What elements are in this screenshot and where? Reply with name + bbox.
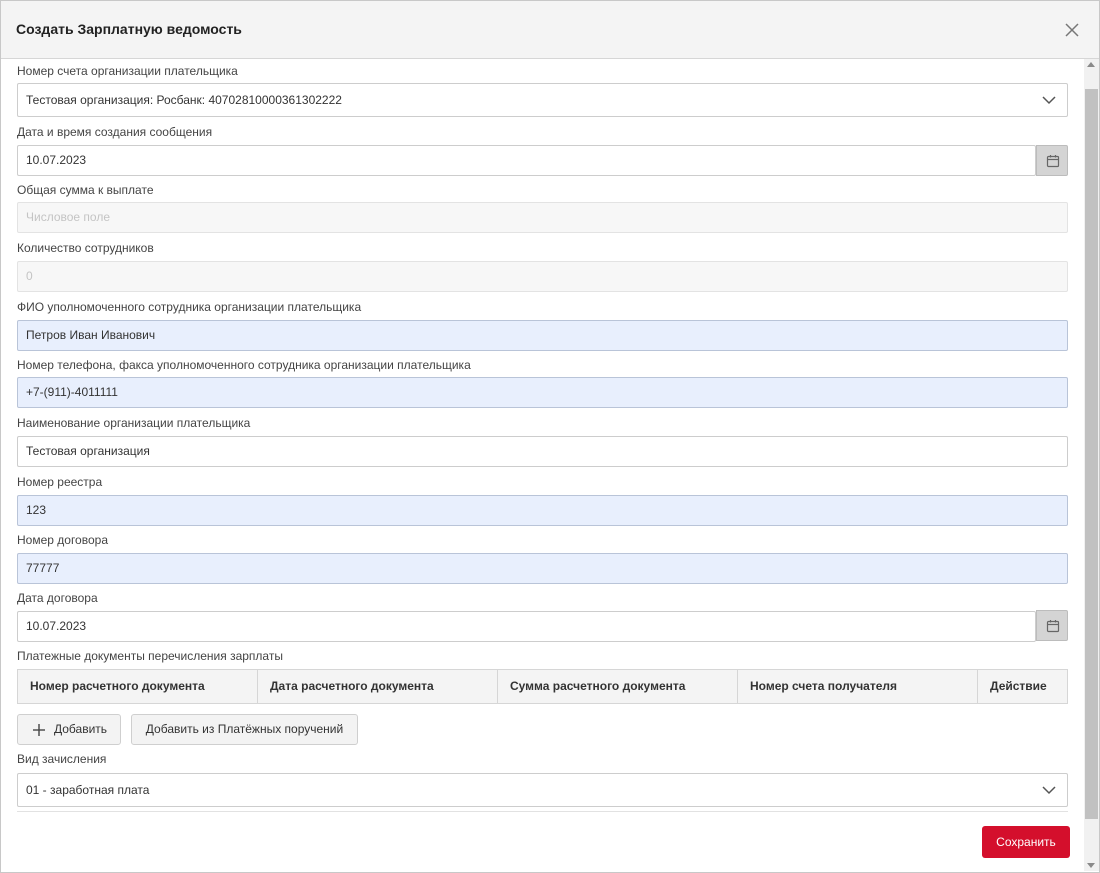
authorized-person-label: ФИО уполномоченного сотрудника организац… (17, 300, 362, 314)
contract-number-input[interactable]: 77777 (17, 553, 1068, 584)
column-header[interactable]: Номер счета получателя (738, 670, 978, 703)
column-header[interactable]: Сумма расчетного документа (498, 670, 738, 703)
scroll-up-icon[interactable] (1087, 62, 1095, 67)
accrual-type-value: 01 - заработная плата (26, 783, 150, 797)
calendar-icon (1046, 620, 1060, 633)
org-name-label: Наименование организации плательщика (17, 416, 251, 430)
vertical-scrollbar[interactable] (1084, 59, 1099, 871)
calendar-icon (1046, 155, 1060, 168)
employee-count-label: Количество сотрудников (17, 241, 154, 255)
payment-docs-label: Платежные документы перечисления зарплат… (17, 649, 283, 663)
registry-number-value: 123 (26, 503, 47, 517)
dialog-body: Номер счета организации плательщика Тест… (1, 59, 1083, 871)
chevron-down-icon (1042, 96, 1056, 105)
employee-count-value: 0 (26, 269, 33, 283)
column-header[interactable]: Дата расчетного документа (258, 670, 498, 703)
phone-input[interactable]: +7-(911)-4011111 (17, 377, 1068, 408)
accrual-type-select[interactable]: 01 - заработная плата (17, 773, 1068, 807)
add-button[interactable]: Добавить (17, 714, 121, 745)
phone-label: Номер телефона, факса уполномоченного со… (17, 358, 471, 372)
plus-icon (33, 724, 45, 736)
registry-number-label: Номер реестра (17, 475, 103, 489)
scroll-down-icon[interactable] (1087, 863, 1095, 868)
column-header[interactable]: Номер расчетного документа (18, 670, 258, 703)
contract-date-input[interactable]: 10.07.2023 (17, 611, 1036, 642)
add-button-label: Добавить (54, 722, 108, 736)
contract-date-label: Дата договора (17, 591, 98, 605)
payer-account-label: Номер счета организации плательщика (17, 64, 238, 78)
chevron-down-icon (1042, 786, 1056, 795)
authorized-person-value: Петров Иван Иванович (26, 328, 156, 342)
payer-account-value: Тестовая организация: Росбанк: 407028100… (26, 93, 342, 107)
org-name-value: Тестовая организация (26, 444, 150, 458)
creation-datetime-value: 10.07.2023 (26, 153, 87, 167)
contract-number-label: Номер договора (17, 533, 108, 547)
creation-datetime-label: Дата и время создания сообщения (17, 125, 213, 139)
scrollbar-thumb[interactable] (1085, 89, 1098, 819)
close-icon[interactable] (1061, 19, 1083, 41)
add-from-payment-orders-label: Добавить из Платёжных поручений (145, 722, 344, 736)
total-amount-placeholder: Числовое поле (26, 210, 111, 224)
employee-count-input[interactable]: 0 (17, 261, 1068, 292)
create-payroll-dialog: Создать Зарплатную ведомость Номер счета… (0, 0, 1100, 873)
creation-datetime-input[interactable]: 10.07.2023 (17, 145, 1036, 176)
org-name-input[interactable]: Тестовая организация (17, 436, 1068, 467)
dialog-header: Создать Зарплатную ведомость (1, 1, 1099, 59)
authorized-person-input[interactable]: Петров Иван Иванович (17, 320, 1068, 351)
save-button[interactable]: Сохранить (982, 826, 1070, 858)
footer-divider (17, 811, 1068, 812)
contract-date-calendar-button[interactable] (1036, 610, 1068, 641)
payer-account-select[interactable]: Тестовая организация: Росбанк: 407028100… (17, 83, 1068, 117)
total-amount-input[interactable]: Числовое поле (17, 202, 1068, 233)
registry-number-input[interactable]: 123 (17, 495, 1068, 526)
contract-number-value: 77777 (26, 561, 60, 575)
dialog-title: Создать Зарплатную ведомость (16, 21, 242, 37)
payment-docs-table: Номер расчетного документа Дата расчетно… (17, 669, 1068, 704)
creation-date-calendar-button[interactable] (1036, 145, 1068, 176)
phone-value: +7-(911)-4011111 (26, 385, 118, 399)
accrual-type-label: Вид зачисления (17, 752, 107, 766)
total-amount-label: Общая сумма к выплате (17, 183, 154, 197)
add-from-payment-orders-button[interactable]: Добавить из Платёжных поручений (131, 714, 358, 745)
contract-date-value: 10.07.2023 (26, 619, 87, 633)
column-header[interactable]: Действие (978, 670, 1067, 703)
